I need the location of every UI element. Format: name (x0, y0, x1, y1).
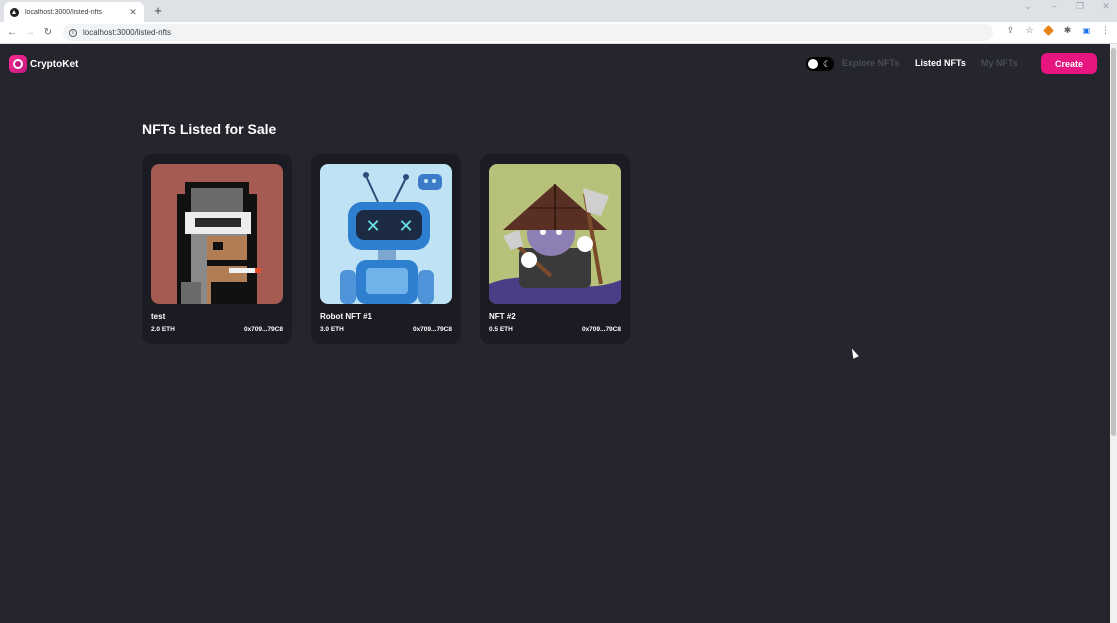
nav-my-nfts[interactable]: My NFTs (981, 58, 1018, 68)
minimize-icon[interactable]: – (1047, 0, 1061, 14)
toolbar-icons: ⇪ ☆ ✱ ▣ ⋮ (1005, 25, 1111, 36)
robot-icon: ✕ ✕ (320, 164, 452, 304)
navbar: CryptoKet ☾ Explore NFTs Listed NFTs My … (0, 44, 1110, 84)
nft-name: Robot NFT #1 (320, 312, 372, 321)
site-info-icon[interactable]: i (69, 28, 77, 37)
nft-name: NFT #2 (489, 312, 516, 321)
menu-dots-icon[interactable]: ⋮ (1100, 25, 1111, 36)
back-icon[interactable]: ← (3, 27, 21, 38)
address-bar[interactable]: i localhost:3000/listed-nfts (63, 24, 993, 41)
samurai-rabbit-icon (489, 164, 621, 304)
nft-owner: 0x709...79C8 (581, 326, 621, 333)
nft-owner: 0x709...79C8 (412, 326, 452, 333)
nft-card[interactable]: test 2.0 ETH 0x709...79C8 (142, 154, 292, 344)
nft-card[interactable]: NFT #2 0.5 ETH 0x709...79C8 (480, 154, 630, 344)
mouse-cursor-icon (849, 347, 859, 359)
tab-search-icon[interactable]: ⌄ (1021, 0, 1035, 14)
nft-owner: 0x709...79C8 (243, 326, 283, 333)
favicon-icon (10, 7, 19, 17)
create-button[interactable]: Create (1041, 53, 1097, 74)
extension-icon[interactable]: ▣ (1081, 25, 1092, 36)
moon-icon: ☾ (823, 59, 832, 69)
nft-price: 0.5 ETH (489, 326, 513, 333)
reload-icon[interactable]: ↻ (39, 27, 57, 38)
page-title: NFTs Listed for Sale (142, 121, 277, 137)
close-window-icon[interactable]: ✕ (1099, 0, 1113, 14)
nft-image-1 (151, 164, 283, 304)
logo-text: CryptoKet (30, 58, 79, 70)
logo-icon (9, 55, 27, 73)
pixel-hooded-figure-icon (151, 164, 283, 304)
scrollbar-thumb[interactable] (1111, 48, 1116, 436)
nft-image-3 (489, 164, 621, 304)
svg-text:✕: ✕ (365, 216, 380, 237)
nft-price: 3.0 ETH (320, 326, 344, 333)
browser-tab[interactable]: localhost:3000/listed-nfts ✕ (4, 2, 144, 22)
url-text[interactable]: localhost:3000/listed-nfts (83, 28, 171, 37)
nft-image-2: ✕ ✕ (320, 164, 452, 304)
share-icon[interactable]: ⇪ (1005, 25, 1016, 36)
browser-toolbar: ← → ↻ i localhost:3000/listed-nfts ⇪ ☆ ✱… (0, 22, 1117, 44)
restore-icon[interactable]: ❐ (1073, 0, 1087, 14)
browser-tab-strip: localhost:3000/listed-nfts ✕ + ⌄ – ❐ ✕ (0, 0, 1117, 22)
nav-explore-nfts[interactable]: Explore NFTs (842, 58, 899, 68)
nft-card[interactable]: ✕ ✕ Robot NFT #1 3.0 ETH 0x709...79C8 (311, 154, 461, 344)
window-controls: ⌄ – ❐ ✕ (1021, 0, 1113, 14)
svg-text:✕: ✕ (398, 216, 413, 237)
nft-name: test (151, 312, 166, 321)
scrollbar[interactable] (1110, 44, 1117, 623)
logo[interactable]: CryptoKet (9, 55, 78, 73)
metamask-fox-icon[interactable] (1043, 25, 1054, 36)
extensions-puzzle-icon[interactable]: ✱ (1062, 25, 1073, 36)
nft-price: 2.0 ETH (151, 326, 175, 333)
app-viewport: CryptoKet ☾ Explore NFTs Listed NFTs My … (0, 44, 1110, 623)
close-tab-icon[interactable]: ✕ (128, 7, 138, 18)
toggle-knob (808, 59, 818, 69)
bookmark-star-icon[interactable]: ☆ (1024, 25, 1035, 36)
theme-toggle[interactable]: ☾ (806, 57, 834, 71)
new-tab-button[interactable]: + (151, 4, 165, 18)
forward-icon[interactable]: → (21, 27, 39, 38)
tab-title: localhost:3000/listed-nfts (25, 8, 103, 16)
nav-listed-nfts[interactable]: Listed NFTs (915, 58, 966, 68)
